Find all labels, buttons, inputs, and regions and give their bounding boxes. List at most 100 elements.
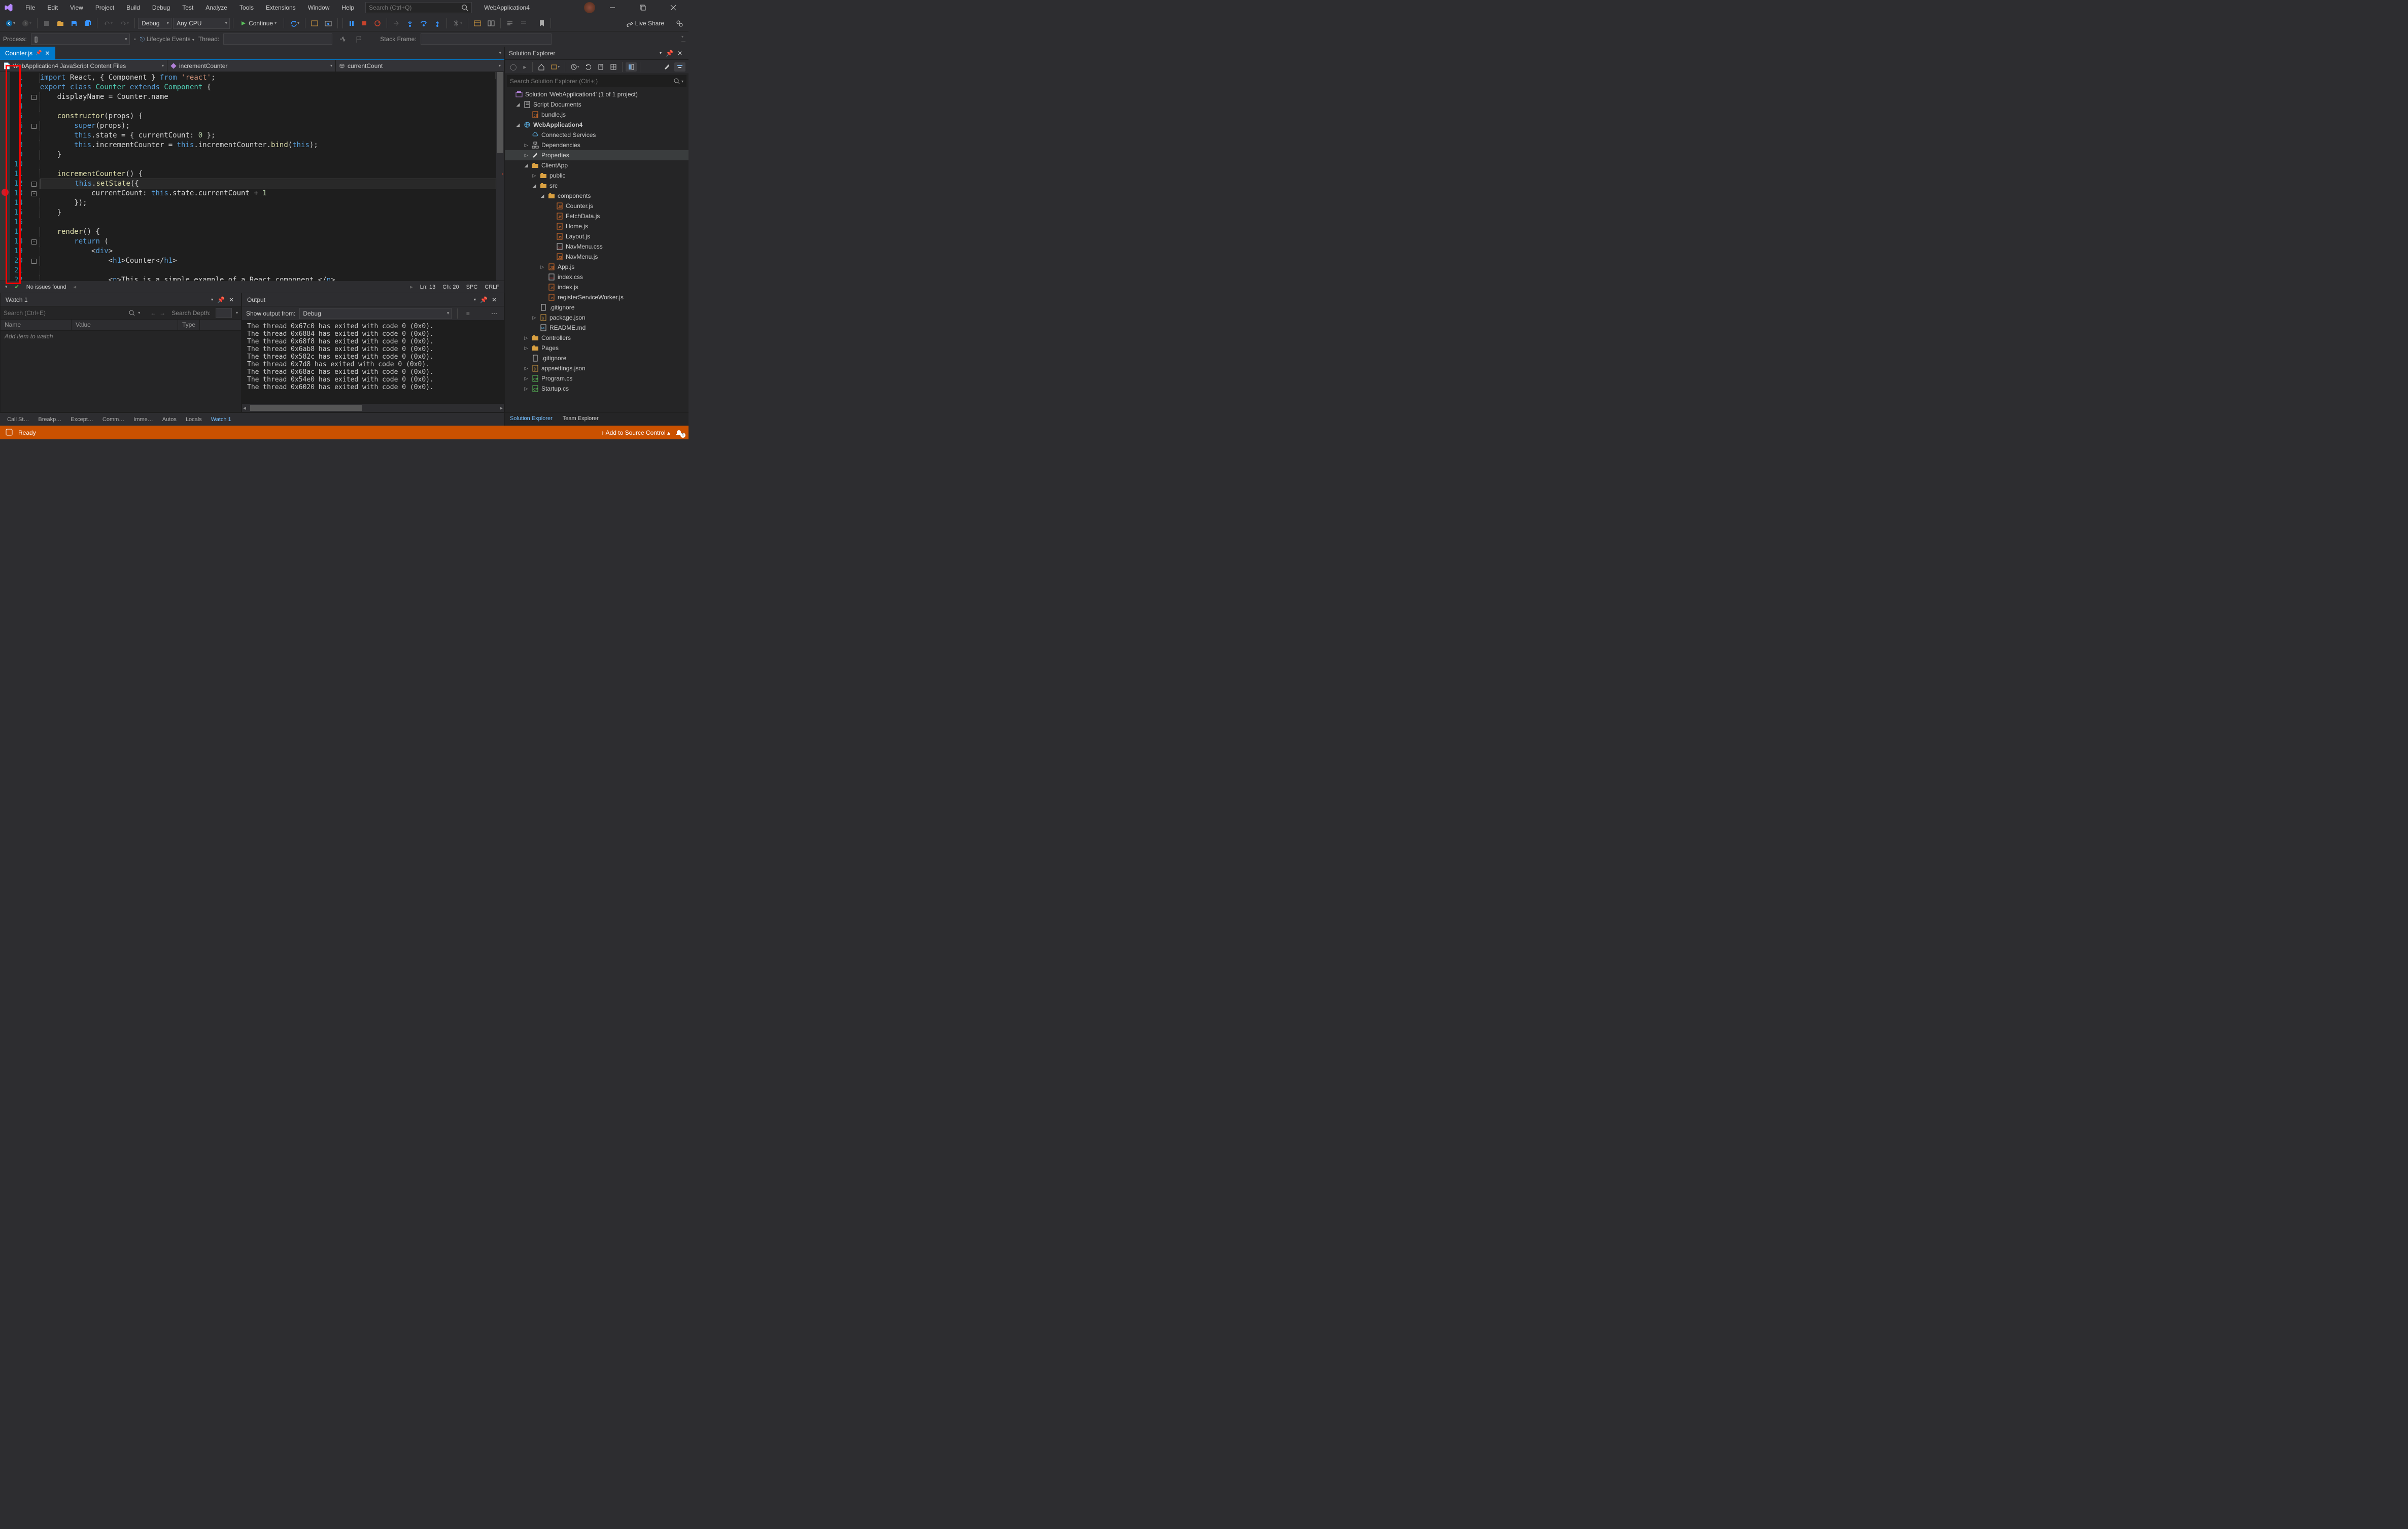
menu-help[interactable]: Help xyxy=(336,2,359,13)
col-indicator[interactable]: Ch: 20 xyxy=(442,284,459,290)
output-scrollbar[interactable]: ◂▸ xyxy=(242,404,504,412)
menu-extensions[interactable]: Extensions xyxy=(261,2,301,13)
tree-item[interactable]: JSindex.js xyxy=(505,282,689,292)
tree-item[interactable]: JSHome.js xyxy=(505,221,689,231)
tree-item[interactable]: JSNavMenu.js xyxy=(505,252,689,262)
search-box[interactable] xyxy=(365,2,472,13)
field-dropdown[interactable]: currentCount ▾ xyxy=(336,60,504,72)
nav-forward-button[interactable]: ▾ xyxy=(19,18,34,28)
minimize-button[interactable] xyxy=(601,0,624,15)
se-showall-btn[interactable] xyxy=(608,62,619,72)
scope-dropdown[interactable]: 📄 WebApplication4 JavaScript Content Fil… xyxy=(0,60,167,72)
menu-window[interactable]: Window xyxy=(303,2,335,13)
watch-col-type[interactable]: Type xyxy=(178,320,200,330)
close-tab-icon[interactable]: ✕ xyxy=(45,50,50,57)
tree-item[interactable]: ▷Controllers xyxy=(505,333,689,343)
chevron-icon[interactable]: ▷ xyxy=(523,366,529,371)
tree-item[interactable]: ▷public xyxy=(505,170,689,181)
se-sync-btn[interactable]: ▾ xyxy=(568,62,581,72)
panel-dropdown-icon[interactable]: ▾ xyxy=(658,50,664,56)
step-over-button[interactable] xyxy=(418,18,430,28)
fold-toggle[interactable]: − xyxy=(31,95,37,100)
chevron-icon[interactable]: ▷ xyxy=(523,376,529,381)
restart-button[interactable] xyxy=(371,18,384,28)
output-text[interactable]: The thread 0x67c0 has exited with code 0… xyxy=(242,321,504,404)
menu-debug[interactable]: Debug xyxy=(147,2,175,13)
show-next-button[interactable] xyxy=(390,18,402,28)
pin-panel-icon[interactable]: 📌 xyxy=(215,295,227,304)
refresh-button[interactable]: ▾ xyxy=(287,18,302,28)
tree-item[interactable]: ▷Dependencies xyxy=(505,140,689,150)
watch-col-value[interactable]: Value xyxy=(72,320,178,330)
browser-link-button[interactable] xyxy=(308,18,321,28)
pin-panel-icon[interactable]: 📌 xyxy=(478,295,490,304)
menu-test[interactable]: Test xyxy=(177,2,198,13)
se-tab[interactable]: Solution Explorer xyxy=(505,413,558,426)
comment-btn[interactable] xyxy=(504,18,516,28)
code-line[interactable]: } xyxy=(40,150,496,160)
process-dropdown[interactable]: [] xyxy=(31,33,130,45)
code-line[interactable]: displayName = Counter.name xyxy=(40,92,496,102)
close-panel-icon[interactable]: ✕ xyxy=(490,295,499,304)
code-line[interactable]: <h1>Counter</h1> xyxy=(40,256,496,266)
nav-down-icon[interactable]: ▾ xyxy=(5,284,8,290)
menu-edit[interactable]: Edit xyxy=(42,2,63,13)
panel-dropdown-icon[interactable]: ▾ xyxy=(472,296,478,303)
tree-item[interactable]: JSCounter.js xyxy=(505,201,689,211)
tree-item[interactable]: Connected Services xyxy=(505,130,689,140)
tree-item[interactable]: .gitignore xyxy=(505,353,689,363)
close-panel-icon[interactable]: ✕ xyxy=(227,295,236,304)
line-indicator[interactable]: Ln: 13 xyxy=(420,284,436,290)
tree-item[interactable]: ◢src xyxy=(505,181,689,191)
se-back-btn[interactable]: ◯ xyxy=(508,62,519,72)
se-preview-btn[interactable] xyxy=(626,62,637,72)
chevron-icon[interactable]: ◢ xyxy=(515,122,521,128)
fold-toggle[interactable]: − xyxy=(31,124,37,129)
configuration-dropdown[interactable]: Debug xyxy=(138,18,171,29)
code-line[interactable]: this.incrementCounter = this.incrementCo… xyxy=(40,141,496,150)
chevron-icon[interactable]: ▷ xyxy=(531,173,537,179)
member-dropdown[interactable]: incrementCounter ▾ xyxy=(167,60,336,72)
save-button[interactable] xyxy=(68,18,80,28)
stop-button[interactable] xyxy=(359,19,370,28)
wrap-btn[interactable]: ⋯ xyxy=(489,308,500,319)
tree-item[interactable]: ▷{}package.json xyxy=(505,312,689,323)
chevron-icon[interactable]: ▷ xyxy=(523,153,529,158)
stackframe-dropdown[interactable] xyxy=(421,33,552,45)
watch-col-name[interactable]: Name xyxy=(1,320,72,330)
chevron-icon[interactable]: ▷ xyxy=(523,335,529,341)
bottom-tab[interactable]: Breakp… xyxy=(34,414,65,425)
continue-button[interactable]: Continue▾ xyxy=(236,18,281,28)
code-line[interactable]: render() { xyxy=(40,227,496,237)
space-indicator[interactable]: SPC xyxy=(466,284,478,290)
se-properties-btn[interactable] xyxy=(662,62,673,72)
fold-toggle[interactable]: − xyxy=(31,182,37,187)
uncomment-btn[interactable] xyxy=(518,18,530,28)
breakpoint-gutter[interactable] xyxy=(0,72,10,281)
code-line[interactable]: <n>This is a simple example of a React c… xyxy=(40,275,496,281)
undo-button[interactable]: ▾ xyxy=(100,18,115,28)
output-source-dropdown[interactable]: Debug xyxy=(299,308,452,319)
breakpoint-dot[interactable] xyxy=(2,189,9,196)
search-input[interactable] xyxy=(369,4,461,11)
pause-button[interactable] xyxy=(346,19,357,28)
watch-search-input[interactable] xyxy=(4,309,126,317)
thread-fn-btn[interactable] xyxy=(336,34,349,44)
code-line[interactable] xyxy=(40,218,496,227)
intellicode-btn[interactable]: ▾ xyxy=(450,18,465,28)
tree-item[interactable]: JSLayout.js xyxy=(505,231,689,241)
maximize-button[interactable] xyxy=(632,0,654,15)
tree-item[interactable]: ◢Script Documents xyxy=(505,99,689,110)
se-tab[interactable]: Team Explorer xyxy=(558,413,604,426)
tree-item[interactable]: cssindex.css xyxy=(505,272,689,282)
code-line[interactable] xyxy=(40,266,496,275)
fold-toggle[interactable]: − xyxy=(31,239,37,245)
source-control-button[interactable]: ↑ Add to Source Control ▴ xyxy=(601,429,670,436)
code-line[interactable]: incrementCounter() { xyxy=(40,169,496,179)
se-search-box[interactable]: ▾ xyxy=(507,75,686,87)
se-filter-btn[interactable] xyxy=(674,62,685,72)
tree-item[interactable]: ▷C#Startup.cs xyxy=(505,384,689,394)
bookmark-btn[interactable] xyxy=(536,18,547,28)
panel-dropdown-icon[interactable]: ▾ xyxy=(209,296,215,303)
tree-item[interactable]: .gitignore xyxy=(505,302,689,312)
